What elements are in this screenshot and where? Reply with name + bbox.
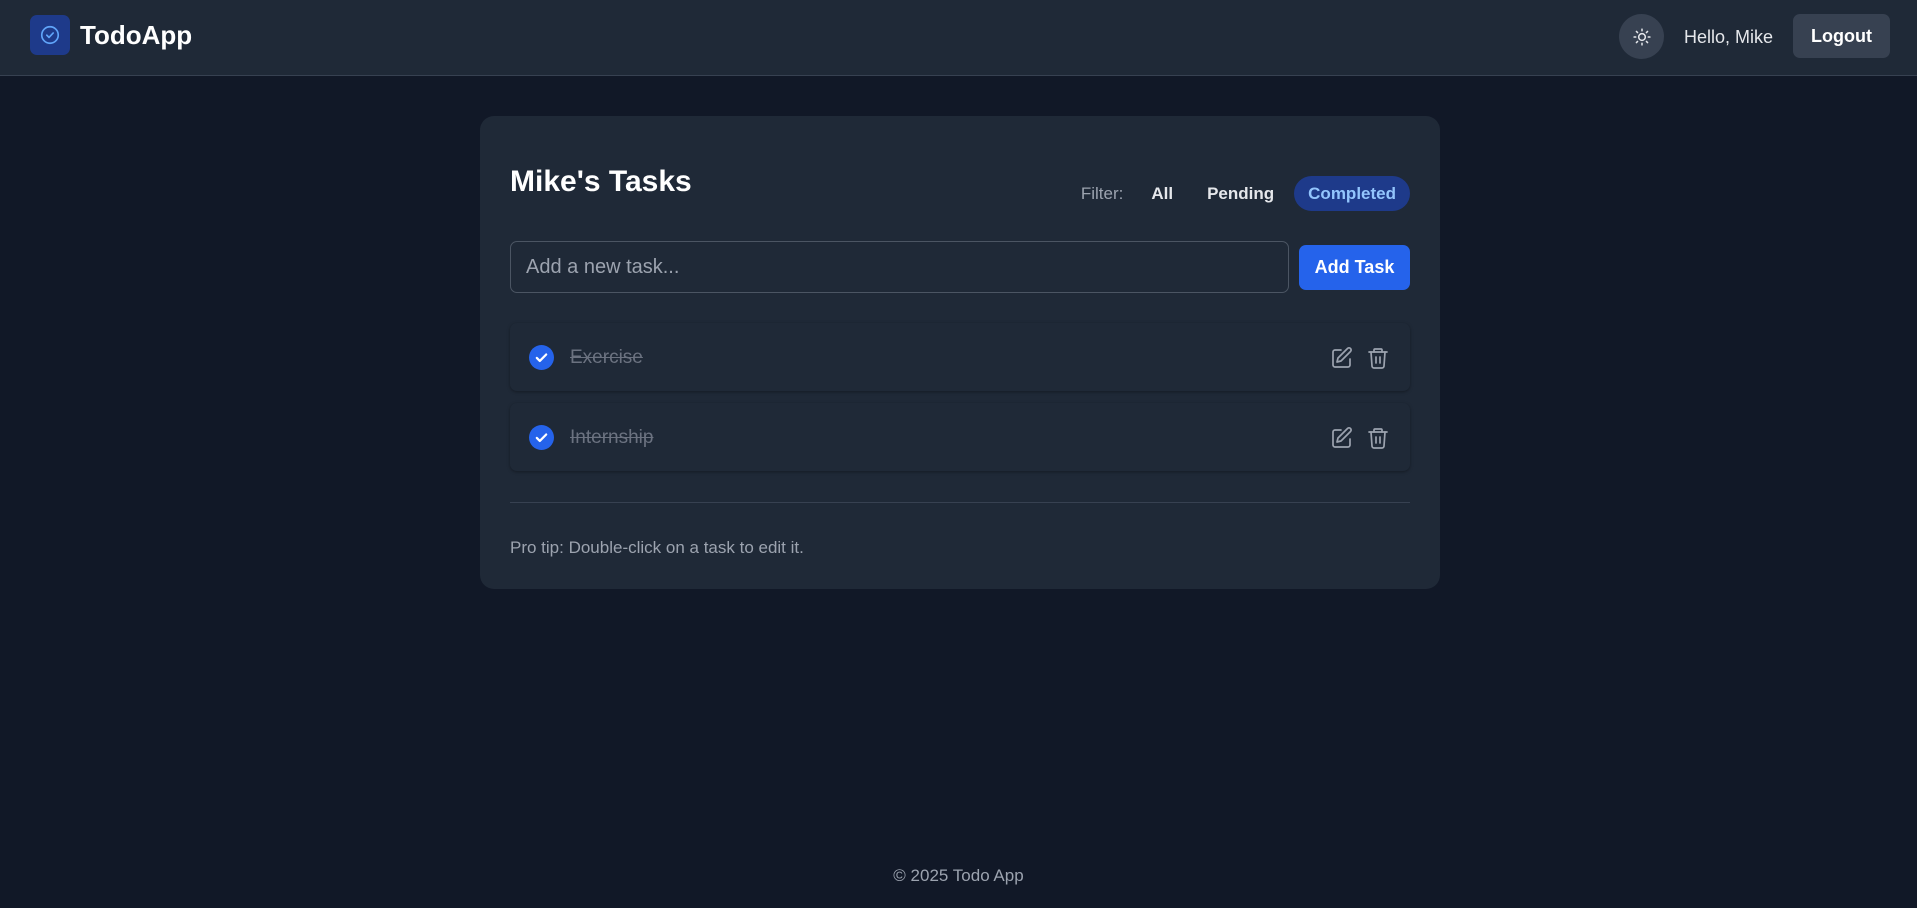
- add-task-button[interactable]: Add Task: [1299, 245, 1410, 290]
- theme-toggle-button[interactable]: [1619, 14, 1664, 59]
- tasks-card: Mike's Tasks Filter: All Pending Complet…: [480, 116, 1440, 589]
- filter-all-button[interactable]: All: [1137, 176, 1187, 211]
- app-name: TodoApp: [80, 19, 193, 50]
- filter-pending-button[interactable]: Pending: [1193, 176, 1288, 211]
- task-checkbox[interactable]: [529, 345, 554, 370]
- page-title: Mike's Tasks: [510, 165, 692, 198]
- user-greeting: Hello, Mike: [1684, 27, 1774, 47]
- footer: © 2025 Todo App: [893, 866, 1024, 885]
- top-navbar: TodoApp Hello, Mike Logout: [0, 0, 1917, 76]
- task-title: Internship: [570, 427, 654, 448]
- task-item[interactable]: Exercise: [510, 323, 1410, 391]
- sun-icon: [1632, 27, 1651, 46]
- trash-icon[interactable]: [1366, 346, 1390, 370]
- task-item[interactable]: Internship: [510, 403, 1410, 471]
- edit-icon[interactable]: [1330, 346, 1354, 370]
- task-list: Exercise Internship: [510, 323, 1410, 483]
- divider: [510, 502, 1410, 503]
- filter-completed-button[interactable]: Completed: [1294, 176, 1410, 211]
- filter-label: Filter:: [1080, 183, 1124, 203]
- task-title: Exercise: [570, 347, 643, 368]
- edit-icon[interactable]: [1330, 426, 1354, 450]
- trash-icon[interactable]: [1366, 426, 1390, 450]
- filter-bar: Filter: All Pending Completed: [1081, 176, 1410, 211]
- checkmark-icon: [535, 353, 548, 363]
- brand[interactable]: TodoApp: [30, 15, 192, 55]
- check-circle-icon: [30, 15, 70, 55]
- new-task-input[interactable]: [510, 241, 1289, 293]
- checkmark-icon: [535, 433, 548, 443]
- pro-tip: Pro tip: Double-click on a task to edit …: [510, 538, 804, 557]
- task-checkbox[interactable]: [529, 425, 554, 450]
- logout-button[interactable]: Logout: [1793, 14, 1890, 58]
